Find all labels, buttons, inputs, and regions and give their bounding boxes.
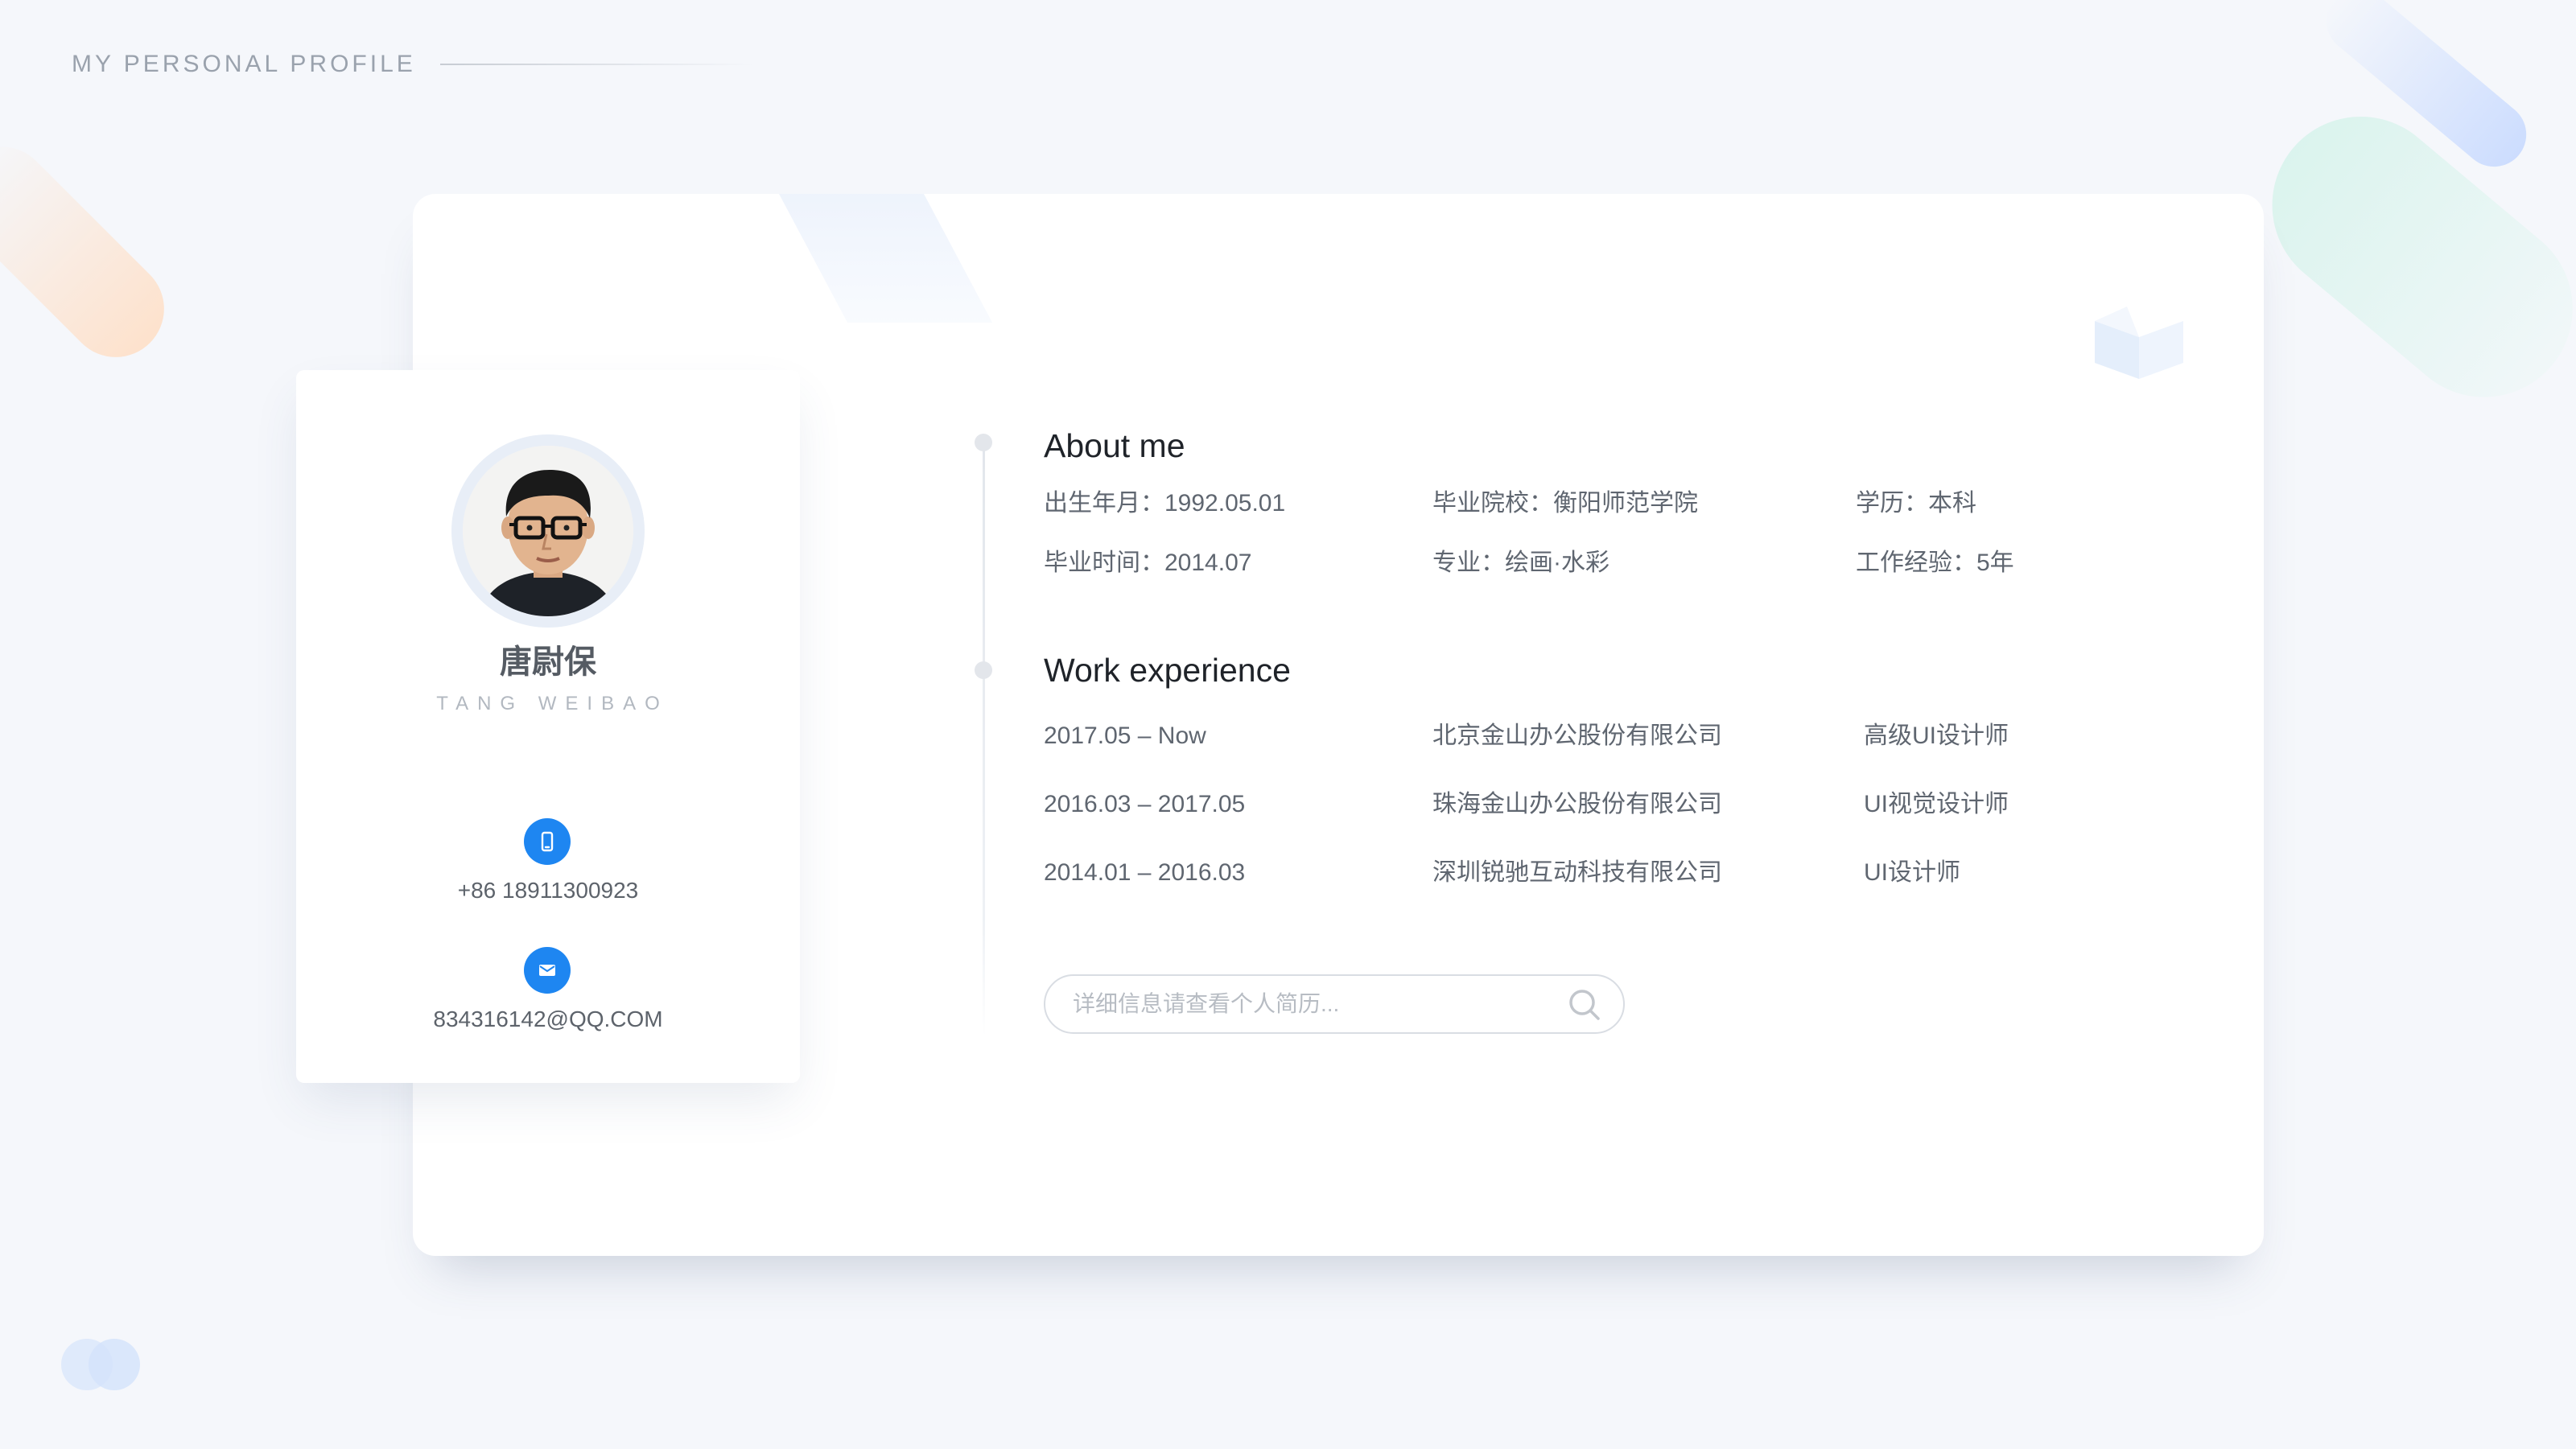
timeline-dot bbox=[975, 434, 992, 451]
avatar-portrait-icon bbox=[463, 446, 633, 616]
work-experience-heading: Work experience bbox=[1044, 652, 1291, 689]
decorative-circles bbox=[61, 1339, 142, 1390]
profile-card: 唐尉保 TANG WEIBAO +86 18911300923 83431614… bbox=[296, 370, 800, 1083]
phone-number[interactable]: +86 18911300923 bbox=[296, 877, 800, 904]
timeline-line bbox=[983, 441, 985, 1036]
about-graduation-date: 毕业时间：2014.07 bbox=[1044, 550, 1252, 576]
about-me-heading: About me bbox=[1044, 427, 1185, 464]
envelope-icon bbox=[524, 947, 571, 994]
work-company: 深圳锐驰互动科技有限公司 bbox=[1432, 859, 1722, 886]
decorative-blue-bar bbox=[2313, 0, 2540, 180]
work-company: 珠海金山办公股份有限公司 bbox=[1432, 791, 1722, 817]
decorative-cube-icon bbox=[2095, 307, 2183, 379]
about-birth-date: 出生年月：1992.05.01 bbox=[1044, 490, 1286, 517]
work-role: UI视觉设计师 bbox=[1864, 791, 2009, 817]
about-degree: 学历：本科 bbox=[1856, 490, 1976, 517]
work-company: 北京金山办公股份有限公司 bbox=[1432, 722, 1722, 749]
about-major: 专业：绘画·水彩 bbox=[1432, 550, 1609, 576]
avatar bbox=[463, 446, 633, 616]
work-period: 2017.05 – Now bbox=[1044, 722, 1206, 749]
resume-search-box[interactable] bbox=[1044, 974, 1625, 1034]
email-address[interactable]: 834316142@QQ.COM bbox=[296, 1006, 800, 1033]
search-icon[interactable] bbox=[1567, 987, 1602, 1023]
profile-name-pinyin: TANG WEIBAO bbox=[436, 693, 669, 714]
decorative-green-bar bbox=[2236, 80, 2576, 434]
work-period: 2014.01 – 2016.03 bbox=[1044, 859, 1246, 886]
avatar-ring bbox=[451, 434, 645, 628]
decorative-orange-bar bbox=[0, 126, 184, 377]
work-period: 2016.03 – 2017.05 bbox=[1044, 791, 1246, 817]
mobile-phone-icon bbox=[524, 818, 571, 865]
page-header: MY PERSONAL PROFILE bbox=[72, 50, 754, 79]
decorative-stripe bbox=[779, 194, 993, 323]
timeline-dot bbox=[975, 661, 992, 679]
page-title: MY PERSONAL PROFILE bbox=[72, 51, 416, 77]
profile-name: 唐尉保 bbox=[500, 644, 596, 680]
work-role: 高级UI设计师 bbox=[1864, 722, 2009, 749]
work-role: UI设计师 bbox=[1864, 859, 1960, 886]
decorative-circle bbox=[89, 1339, 140, 1390]
header-divider bbox=[439, 64, 754, 65]
about-experience-years: 工作经验：5年 bbox=[1856, 550, 2014, 576]
about-school: 毕业院校：衡阳师范学院 bbox=[1432, 490, 1698, 517]
decorative-circle bbox=[61, 1339, 113, 1390]
resume-search-input[interactable] bbox=[1073, 976, 1539, 1032]
